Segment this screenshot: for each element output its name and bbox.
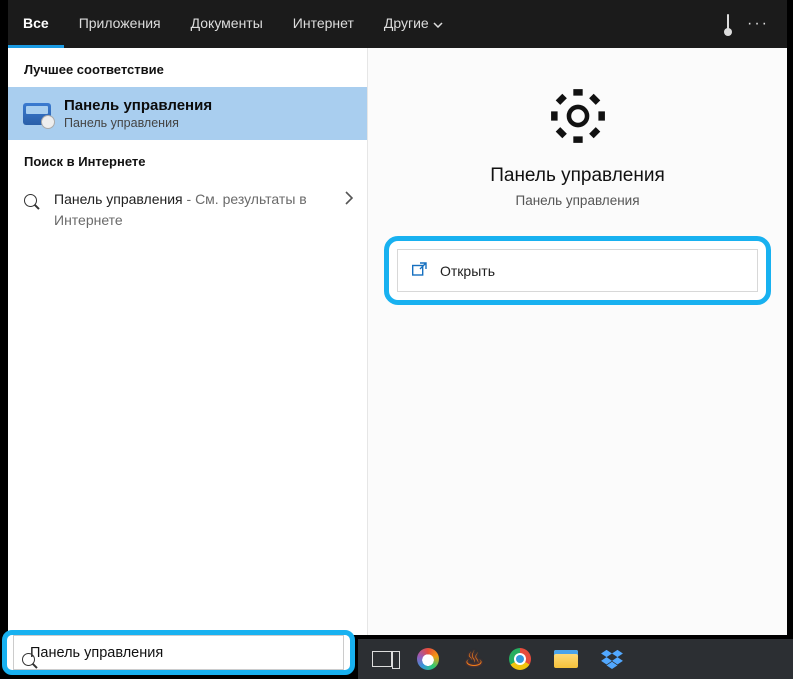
explorer-icon[interactable] (552, 645, 580, 673)
header-actions: ··· (715, 0, 781, 48)
tab-label: Все (23, 15, 49, 31)
open-button[interactable]: Открыть (397, 249, 758, 292)
best-match-header: Лучшее соответствие (8, 48, 367, 87)
web-search-header: Поиск в Интернете (8, 140, 367, 179)
tab-web[interactable]: Интернет (278, 0, 369, 48)
tab-label: Документы (191, 15, 263, 31)
tab-apps[interactable]: Приложения (64, 0, 176, 48)
search-bar-highlight (2, 630, 355, 675)
search-input[interactable] (30, 645, 335, 661)
chevron-right-icon (339, 189, 353, 210)
open-label: Открыть (440, 263, 495, 279)
chrome-icon[interactable] (506, 645, 534, 673)
control-panel-icon (22, 99, 52, 129)
flame-app-icon[interactable]: ♨ (460, 645, 488, 673)
tab-label: Интернет (293, 15, 354, 31)
body: Лучшее соответствие Панель управления Па… (8, 48, 787, 635)
result-subtitle: Панель управления (64, 116, 353, 130)
search-icon (22, 192, 42, 212)
header: Все Приложения Документы Интернет Другие… (8, 0, 787, 48)
web-search-result[interactable]: Панель управления - См. результаты в Инт… (8, 179, 367, 241)
taskbar: ♨ (358, 639, 793, 679)
paint-icon[interactable] (414, 645, 442, 673)
detail-panel: Панель управления Панель управления Откр… (368, 48, 787, 635)
open-icon (412, 262, 428, 279)
result-title: Панель управления (64, 97, 353, 114)
search-bar[interactable] (13, 635, 344, 670)
tab-more[interactable]: Другие (369, 0, 458, 48)
results-panel: Лучшее соответствие Панель управления Па… (8, 48, 368, 635)
task-view-icon[interactable] (368, 645, 396, 673)
more-icon[interactable]: ··· (747, 15, 769, 33)
search-flyout: Все Приложения Документы Интернет Другие… (8, 0, 787, 635)
tab-all[interactable]: Все (8, 0, 64, 48)
detail-subtitle: Панель управления (515, 193, 639, 208)
web-result-prefix: Панель управления (54, 191, 183, 207)
chevron-down-icon (433, 15, 443, 31)
gear-icon (544, 82, 612, 153)
tab-documents[interactable]: Документы (176, 0, 278, 48)
open-button-highlight: Открыть (384, 236, 771, 305)
feedback-icon[interactable] (727, 15, 729, 33)
result-control-panel[interactable]: Панель управления Панель управления (8, 87, 367, 140)
tab-label: Другие (384, 15, 429, 31)
dropbox-icon[interactable] (598, 645, 626, 673)
header-tabs: Все Приложения Документы Интернет Другие (8, 0, 458, 48)
detail-title: Панель управления (490, 165, 665, 187)
tab-label: Приложения (79, 15, 161, 31)
